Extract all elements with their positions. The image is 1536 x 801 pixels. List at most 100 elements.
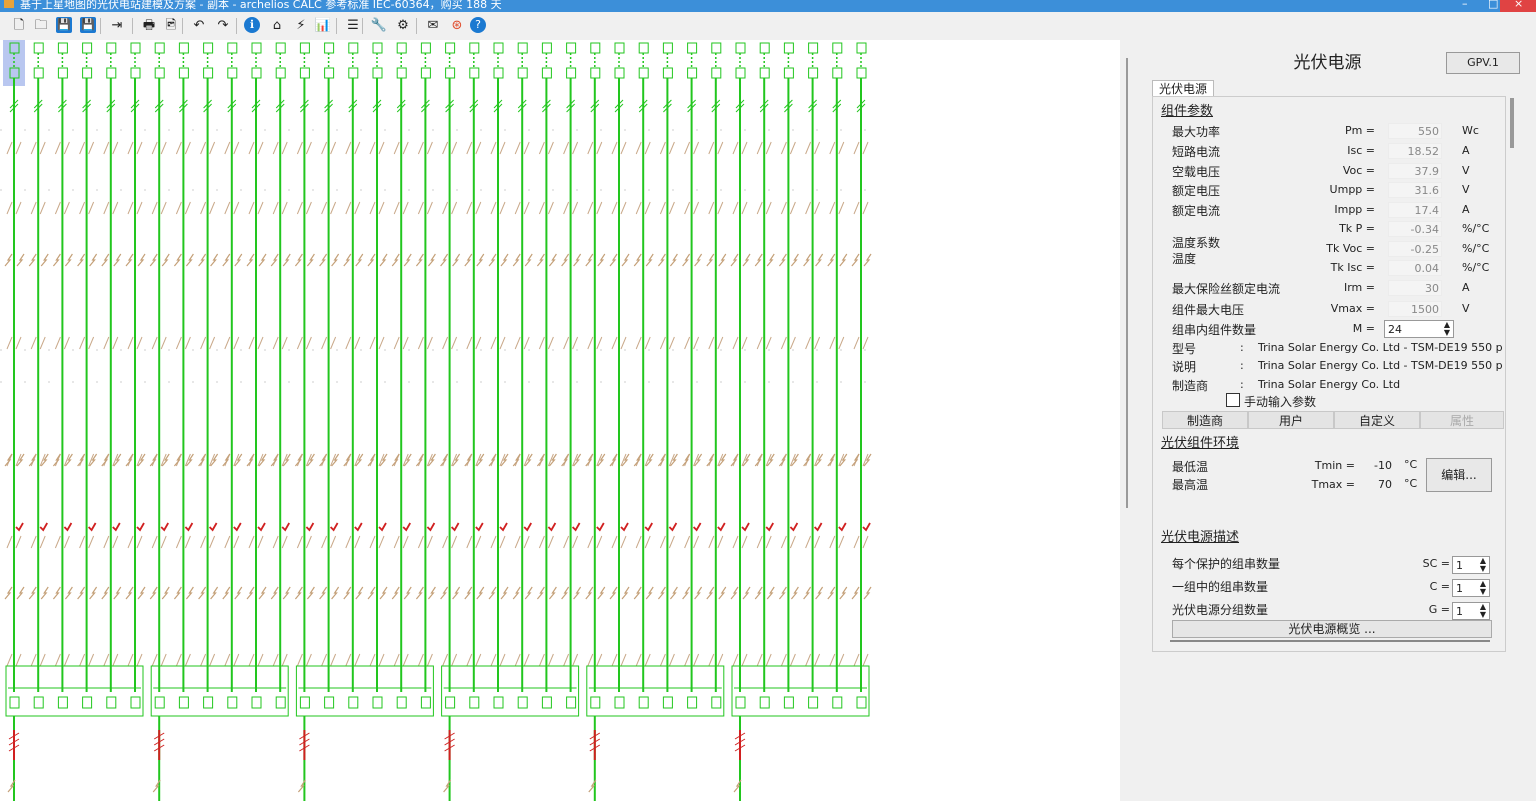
inverter-input [856, 696, 867, 709]
surge-symbol [417, 201, 424, 215]
lightning-symbol [536, 586, 545, 600]
surge-symbol [611, 141, 618, 155]
lightning-symbol [16, 253, 25, 267]
fuse-mark [547, 522, 557, 532]
lightning-symbol [306, 586, 315, 600]
save-icon[interactable]: 💾 [56, 17, 72, 33]
surge-symbol [741, 141, 748, 155]
info-icon[interactable]: ℹ [244, 17, 260, 33]
desc-stepper[interactable]: 1 ▲ ▼ [1452, 579, 1490, 597]
surge-symbol [475, 653, 482, 667]
surge-symbol [659, 141, 666, 155]
surge-symbol [248, 336, 255, 350]
surge-symbol [54, 141, 61, 155]
surge-symbol [717, 535, 724, 549]
pv-module [420, 42, 431, 54]
help-icon[interactable]: ? [470, 17, 486, 33]
inverter-input [57, 696, 68, 709]
lightning-symbol [391, 586, 400, 600]
close-button[interactable]: × [1500, 0, 1536, 12]
stepper-arrows-icon[interactable]: ▲ ▼ [1480, 580, 1486, 596]
pv-module [808, 42, 819, 54]
pv-module [372, 42, 383, 54]
lifebuoy-icon[interactable]: ⊛ [448, 17, 466, 35]
source-properties-button[interactable]: 属性 [1420, 411, 1504, 429]
lightning-symbol [149, 586, 158, 600]
surge-symbol [466, 653, 473, 667]
stepper-arrows-icon[interactable]: ▲ ▼ [1480, 603, 1486, 619]
source-custom-button[interactable]: 自定义 [1334, 411, 1420, 429]
minimize-button[interactable]: – [1462, 0, 1468, 10]
surge-symbol [296, 336, 303, 350]
wrench-icon[interactable]: 🔧 [370, 17, 388, 35]
surge-symbol [378, 653, 385, 667]
fuse-mark [160, 522, 169, 532]
undo-icon[interactable]: ↶ [190, 17, 208, 35]
pv-id-button[interactable]: GPV.1 [1446, 52, 1520, 74]
database-icon[interactable]: ☰ [344, 17, 362, 35]
surge-symbol [684, 201, 691, 215]
surge-symbol [305, 535, 312, 549]
inverter-input [783, 696, 794, 709]
export-icon[interactable]: ⇥ [108, 17, 126, 35]
source-user-button[interactable]: 用户 [1248, 411, 1334, 429]
surge-symbol [587, 535, 594, 549]
stepper-arrows-icon[interactable]: ▲ ▼ [1444, 321, 1450, 337]
stepper-arrows-icon[interactable]: ▲ ▼ [1480, 557, 1486, 573]
save-as-icon[interactable]: 💾 [80, 17, 96, 33]
print-icon[interactable]: 🖶 [140, 17, 158, 35]
splitter[interactable] [1126, 58, 1128, 508]
pv-overview-button[interactable]: 光伏电源概览 ... [1172, 620, 1492, 638]
surge-symbol [668, 141, 675, 155]
pv-module [856, 42, 867, 54]
lightning-symbol [524, 586, 533, 600]
desc-stepper[interactable]: 1 ▲ ▼ [1452, 556, 1490, 574]
surge-symbol [112, 336, 119, 350]
param-unit: A [1462, 144, 1470, 157]
pv-module [783, 42, 794, 54]
home-icon[interactable]: ⌂ [268, 17, 286, 35]
lightning-symbol [573, 253, 582, 267]
param-label: 额定电压 [1172, 184, 1221, 198]
desc-stepper[interactable]: 1 ▲ ▼ [1452, 602, 1490, 620]
lightning-symbol [113, 586, 122, 600]
print-preview-icon[interactable]: 🖻 [162, 17, 180, 35]
surge-symbol [209, 201, 216, 215]
edit-env-button[interactable]: 编辑... [1426, 458, 1492, 492]
lightning-symbol [488, 586, 497, 600]
manual-input-checkbox[interactable] [1226, 393, 1240, 407]
open-icon[interactable]: 🗀 [32, 17, 50, 35]
lightning-symbol [815, 253, 824, 267]
lightning-symbol [561, 586, 570, 600]
pv-schematic[interactable] [0, 40, 1120, 801]
mail-icon[interactable]: ✉ [424, 17, 442, 35]
surge-symbol [514, 141, 521, 155]
gear-icon[interactable]: ⚙ [394, 17, 412, 35]
surge-symbol [442, 201, 449, 215]
modules-per-string-stepper[interactable]: 24 ▲ ▼ [1384, 320, 1454, 338]
lightning-symbol [803, 586, 812, 600]
close-icon: × [1514, 0, 1524, 10]
fuse-mark [39, 522, 48, 532]
lightning-icon[interactable]: ⚡ [292, 17, 310, 35]
redo-icon[interactable]: ↷ [214, 17, 232, 35]
maximize-button[interactable]: □ [1488, 0, 1498, 10]
tab-pv-source[interactable]: 光伏电源 [1152, 80, 1215, 97]
surge-symbol [475, 141, 482, 155]
surge-symbol [659, 535, 666, 549]
inverter-input [275, 696, 286, 709]
inverter-input [735, 696, 746, 709]
surge-symbol [209, 653, 216, 667]
chart-icon[interactable]: 📊 [314, 17, 332, 35]
pv-module [203, 67, 214, 79]
pv-module [590, 67, 601, 79]
surge-symbol [378, 336, 385, 350]
lightning-symbol [548, 586, 557, 600]
tmin-unit: °C [1404, 458, 1418, 471]
panel-scrollbar[interactable] [1510, 98, 1514, 148]
schematic-canvas[interactable] [0, 40, 1120, 801]
pv-module [82, 42, 93, 54]
source-manufacturer-button[interactable]: 制造商 [1162, 411, 1248, 429]
new-icon[interactable]: 🗋 [10, 17, 28, 35]
surge-symbol [296, 535, 303, 549]
